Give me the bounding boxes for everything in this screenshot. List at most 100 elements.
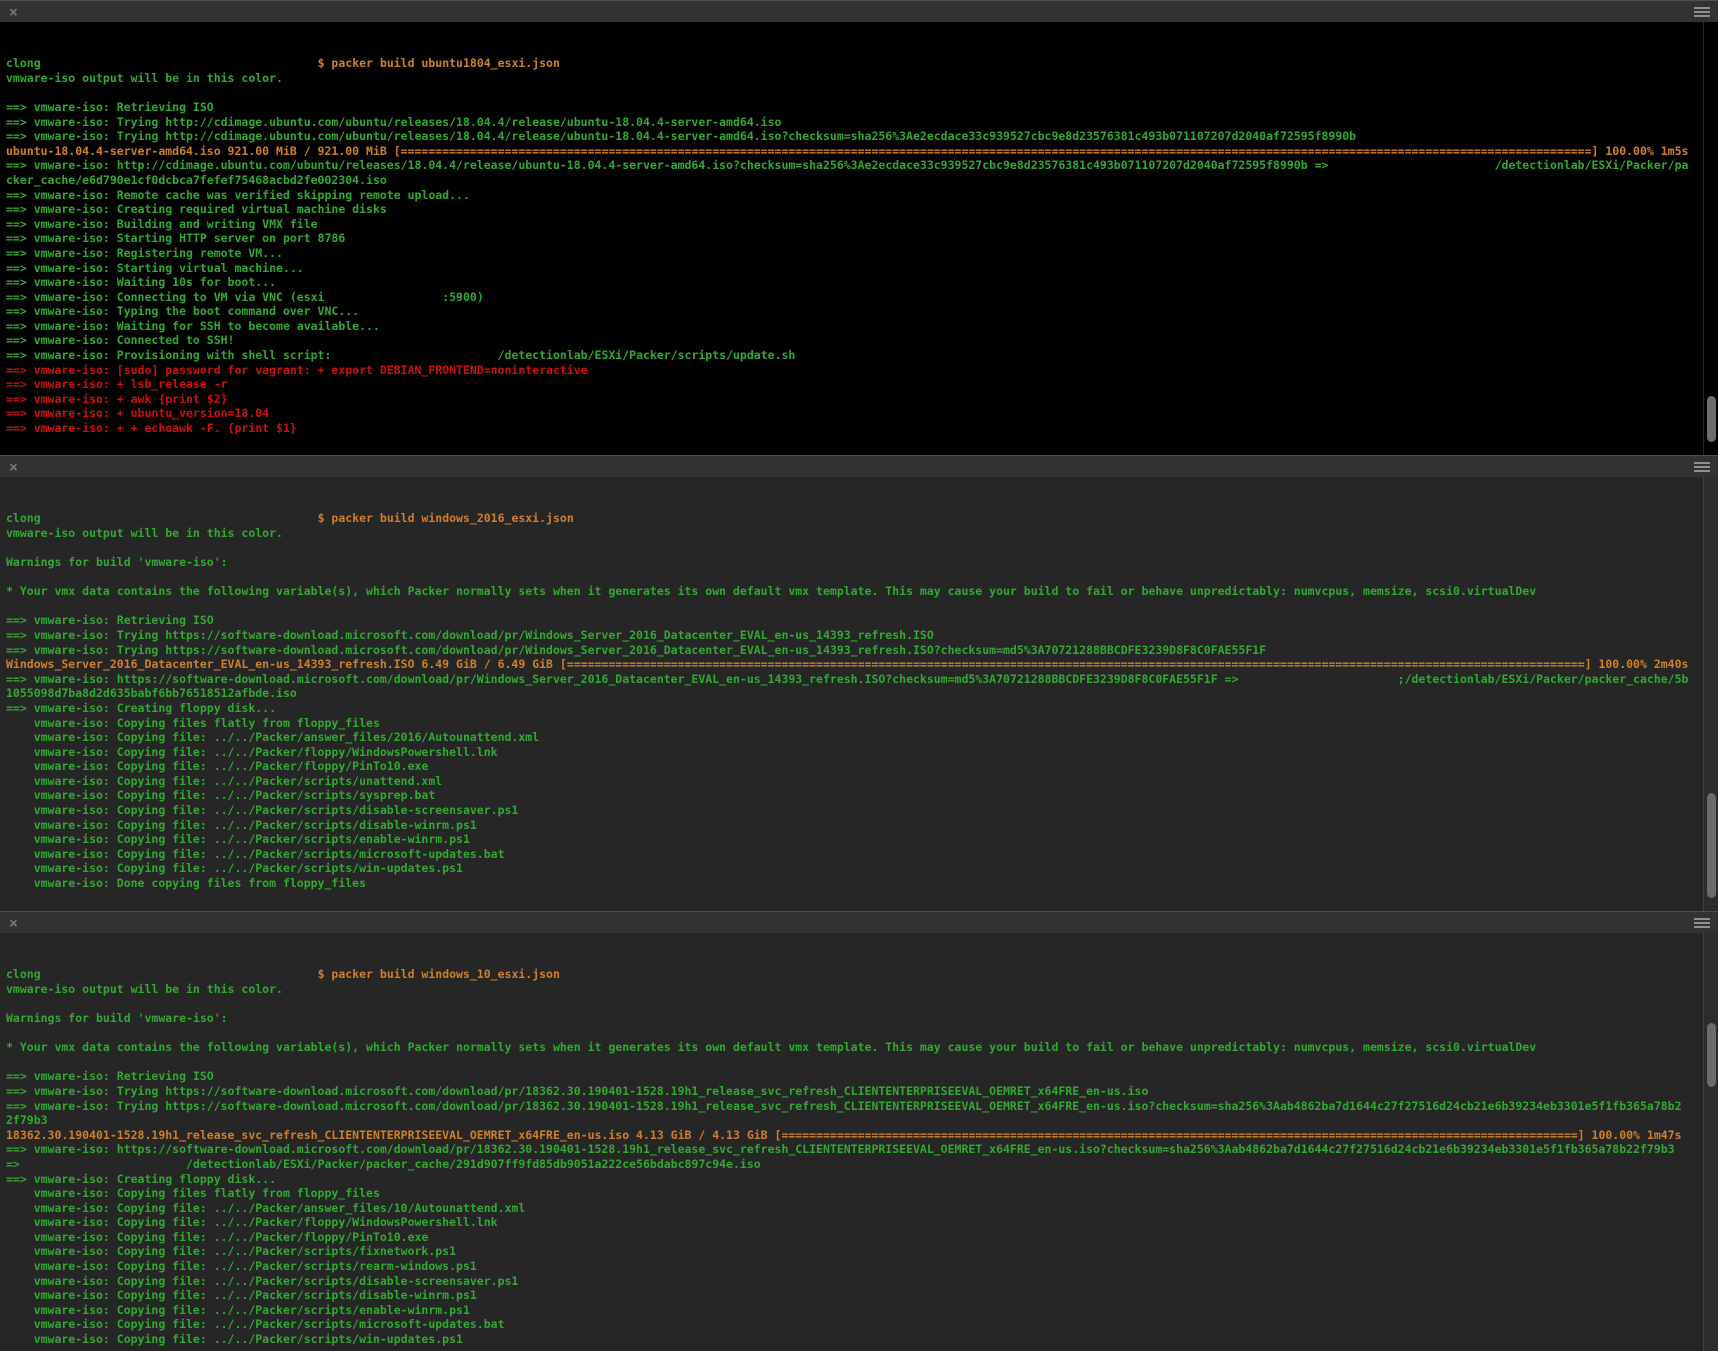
terminal-pane-windows10: × clong $ packer build windows_10_esxi.j… [0, 911, 1718, 1351]
pane-titlebar: × [0, 455, 1718, 477]
terminal-line: clong $ packer build windows_10_esxi.jso… [6, 967, 1718, 982]
terminal-line: vmware-iso: Copying file: ../../Packer/f… [6, 759, 1718, 774]
terminal-line: vmware-iso output will be in this color. [6, 526, 1718, 541]
terminal-line: ==> vmware-iso: Remote cache was verifie… [6, 188, 1718, 203]
close-icon[interactable]: × [9, 913, 18, 933]
terminal-line: cker_cache/e6d790e1cf0dcbca7fefef75468ac… [6, 173, 1718, 188]
terminal-line [6, 599, 1718, 614]
terminal-line: ==> vmware-iso: https://software-downloa… [6, 1142, 1718, 1157]
hamburger-menu-icon[interactable] [1694, 7, 1710, 17]
terminal-line [6, 540, 1718, 555]
scrollbar-thumb[interactable] [1707, 396, 1716, 442]
terminal-line: vmware-iso: Copying file: ../../Packer/s… [6, 1244, 1718, 1259]
terminal-line: vmware-iso: Copying file: ../../Packer/f… [6, 1230, 1718, 1245]
terminal-output: clong $ packer build windows_2016_esxi.j… [0, 477, 1718, 911]
scrollbar-thumb[interactable] [1707, 793, 1716, 898]
terminal-line: ==> vmware-iso: Starting virtual machine… [6, 261, 1718, 276]
terminal-lines: clong $ packer build windows_2016_esxi.j… [6, 511, 1718, 890]
terminal-output: clong $ packer build ubuntu1804_esxi.jso… [0, 22, 1718, 455]
terminal-lines: clong $ packer build windows_10_esxi.jso… [6, 967, 1718, 1346]
scrollbar[interactable] [1703, 933, 1718, 1351]
terminal-line: vmware-iso: Copying file: ../../Packer/s… [6, 818, 1718, 833]
terminal-line: ==> vmware-iso: Waiting 10s for boot... [6, 275, 1718, 290]
terminal-line: ==> vmware-iso: Trying https://software-… [6, 643, 1718, 658]
terminal-line: ==> vmware-iso: Waiting for SSH to becom… [6, 319, 1718, 334]
terminal-line: ==> vmware-iso: + + echoawk -F. {print $… [6, 421, 1718, 436]
terminal-pane-windows2016: × clong $ packer build windows_2016_esxi… [0, 455, 1718, 911]
terminal-line: ==> vmware-iso: Trying http://cdimage.ub… [6, 129, 1718, 144]
pane-titlebar: × [0, 0, 1718, 22]
terminal-line: ==> vmware-iso: Trying https://software-… [6, 1084, 1718, 1099]
terminal-line: 18362.30.190401-1528.19h1_release_svc_re… [6, 1128, 1718, 1143]
terminal-line: vmware-iso: Copying file: ../../Packer/f… [6, 1215, 1718, 1230]
terminal-pane-ubuntu1804: × clong $ packer build ubuntu1804_esxi.j… [0, 0, 1718, 455]
terminal-line [6, 1055, 1718, 1070]
terminal-line: vmware-iso: Copying files flatly from fl… [6, 716, 1718, 731]
terminal-line: vmware-iso: Copying file: ../../Packer/s… [6, 847, 1718, 862]
terminal-line [6, 996, 1718, 1011]
terminal-line: ==> vmware-iso: https://software-downloa… [6, 672, 1718, 687]
terminal-line: vmware-iso: Copying file: ../../Packer/s… [6, 788, 1718, 803]
terminal-line: 2f79b3 [6, 1113, 1718, 1128]
terminal-line: ==> vmware-iso: + awk {print $2} [6, 392, 1718, 407]
terminal-line: => /detectionlab/ESXi/Packer/packer_cach… [6, 1157, 1718, 1172]
scrollbar[interactable] [1703, 22, 1718, 455]
terminal-line: ==> vmware-iso: Trying http://cdimage.ub… [6, 115, 1718, 130]
terminal-line: ==> vmware-iso: Retrieving ISO [6, 100, 1718, 115]
terminal-line: vmware-iso: Copying file: ../../Packer/s… [6, 1274, 1718, 1289]
terminal-line: vmware-iso: Copying file: ../../Packer/s… [6, 1317, 1718, 1332]
terminal-line: * Your vmx data contains the following v… [6, 584, 1718, 599]
terminal-line: 1055098d7ba8d2d635babf6bb76518512afbde.i… [6, 686, 1718, 701]
terminal-line: ==> vmware-iso: Typing the boot command … [6, 304, 1718, 319]
terminal-line: ==> vmware-iso: Creating required virtua… [6, 202, 1718, 217]
terminal-line: ==> vmware-iso: Connecting to VM via VNC… [6, 290, 1718, 305]
hamburger-menu-icon[interactable] [1694, 462, 1710, 472]
terminal-line: vmware-iso: Copying file: ../../Packer/s… [6, 1303, 1718, 1318]
terminal-line: vmware-iso: Copying file: ../../Packer/a… [6, 1201, 1718, 1216]
terminal-line: * Your vmx data contains the following v… [6, 1040, 1718, 1055]
terminal-line: vmware-iso: Copying files flatly from fl… [6, 1186, 1718, 1201]
terminal-line: vmware-iso: Done copying files from flop… [6, 876, 1718, 891]
terminal-output: clong $ packer build windows_10_esxi.jso… [0, 933, 1718, 1351]
terminal-line: vmware-iso: Copying file: ../../Packer/s… [6, 1259, 1718, 1274]
terminal-line [6, 85, 1718, 100]
terminal-line: ==> vmware-iso: Retrieving ISO [6, 613, 1718, 628]
terminal-line: ==> vmware-iso: Retrieving ISO [6, 1069, 1718, 1084]
terminal-line: ==> vmware-iso: Starting HTTP server on … [6, 231, 1718, 246]
terminal-line: ==> vmware-iso: Creating floppy disk... [6, 1172, 1718, 1187]
terminal-line: ==> vmware-iso: http://cdimage.ubuntu.co… [6, 158, 1718, 173]
terminal-line: vmware-iso: Copying file: ../../Packer/a… [6, 730, 1718, 745]
terminal-line: ==> vmware-iso: Creating floppy disk... [6, 701, 1718, 716]
terminal-line: clong $ packer build windows_2016_esxi.j… [6, 511, 1718, 526]
pane-titlebar: × [0, 911, 1718, 933]
terminal-line: Windows_Server_2016_Datacenter_EVAL_en-u… [6, 657, 1718, 672]
terminal-line: clong $ packer build ubuntu1804_esxi.jso… [6, 56, 1718, 71]
hamburger-menu-icon[interactable] [1694, 918, 1710, 928]
terminal-line: ==> vmware-iso: Provisioning with shell … [6, 348, 1718, 363]
terminal-line: ubuntu-18.04.4-server-amd64.iso 921.00 M… [6, 144, 1718, 159]
terminal-line: vmware-iso: Copying file: ../../Packer/s… [6, 861, 1718, 876]
terminal-line: ==> vmware-iso: Registering remote VM... [6, 246, 1718, 261]
terminal-lines: clong $ packer build ubuntu1804_esxi.jso… [6, 56, 1718, 435]
terminal-line: ==> vmware-iso: + lsb_release -r [6, 377, 1718, 392]
terminal-line [6, 570, 1718, 585]
scrollbar-thumb[interactable] [1707, 1023, 1716, 1087]
terminal-line: ==> vmware-iso: Trying https://software-… [6, 628, 1718, 643]
screen: { "colors": { "terminal_green": "#32a932… [0, 0, 1718, 1351]
terminal-line: ==> vmware-iso: Connected to SSH! [6, 333, 1718, 348]
terminal-line: vmware-iso: Copying file: ../../Packer/f… [6, 745, 1718, 760]
terminal-line: vmware-iso: Copying file: ../../Packer/s… [6, 1288, 1718, 1303]
close-icon[interactable]: × [9, 457, 18, 477]
terminal-line: ==> vmware-iso: + ubuntu_version=18.04 [6, 406, 1718, 421]
scrollbar[interactable] [1703, 477, 1718, 911]
terminal-line: ==> vmware-iso: [sudo] password for vagr… [6, 363, 1718, 378]
terminal-line: vmware-iso: Copying file: ../../Packer/s… [6, 832, 1718, 847]
close-icon[interactable]: × [9, 2, 18, 22]
terminal-line: ==> vmware-iso: Trying https://software-… [6, 1099, 1718, 1114]
terminal-line: ==> vmware-iso: Building and writing VMX… [6, 217, 1718, 232]
terminal-line: vmware-iso: Copying file: ../../Packer/s… [6, 1332, 1718, 1347]
terminal-line: vmware-iso output will be in this color. [6, 982, 1718, 997]
terminal-line: vmware-iso: Copying file: ../../Packer/s… [6, 803, 1718, 818]
terminal-line: Warnings for build 'vmware-iso': [6, 555, 1718, 570]
terminal-line: vmware-iso output will be in this color. [6, 71, 1718, 86]
